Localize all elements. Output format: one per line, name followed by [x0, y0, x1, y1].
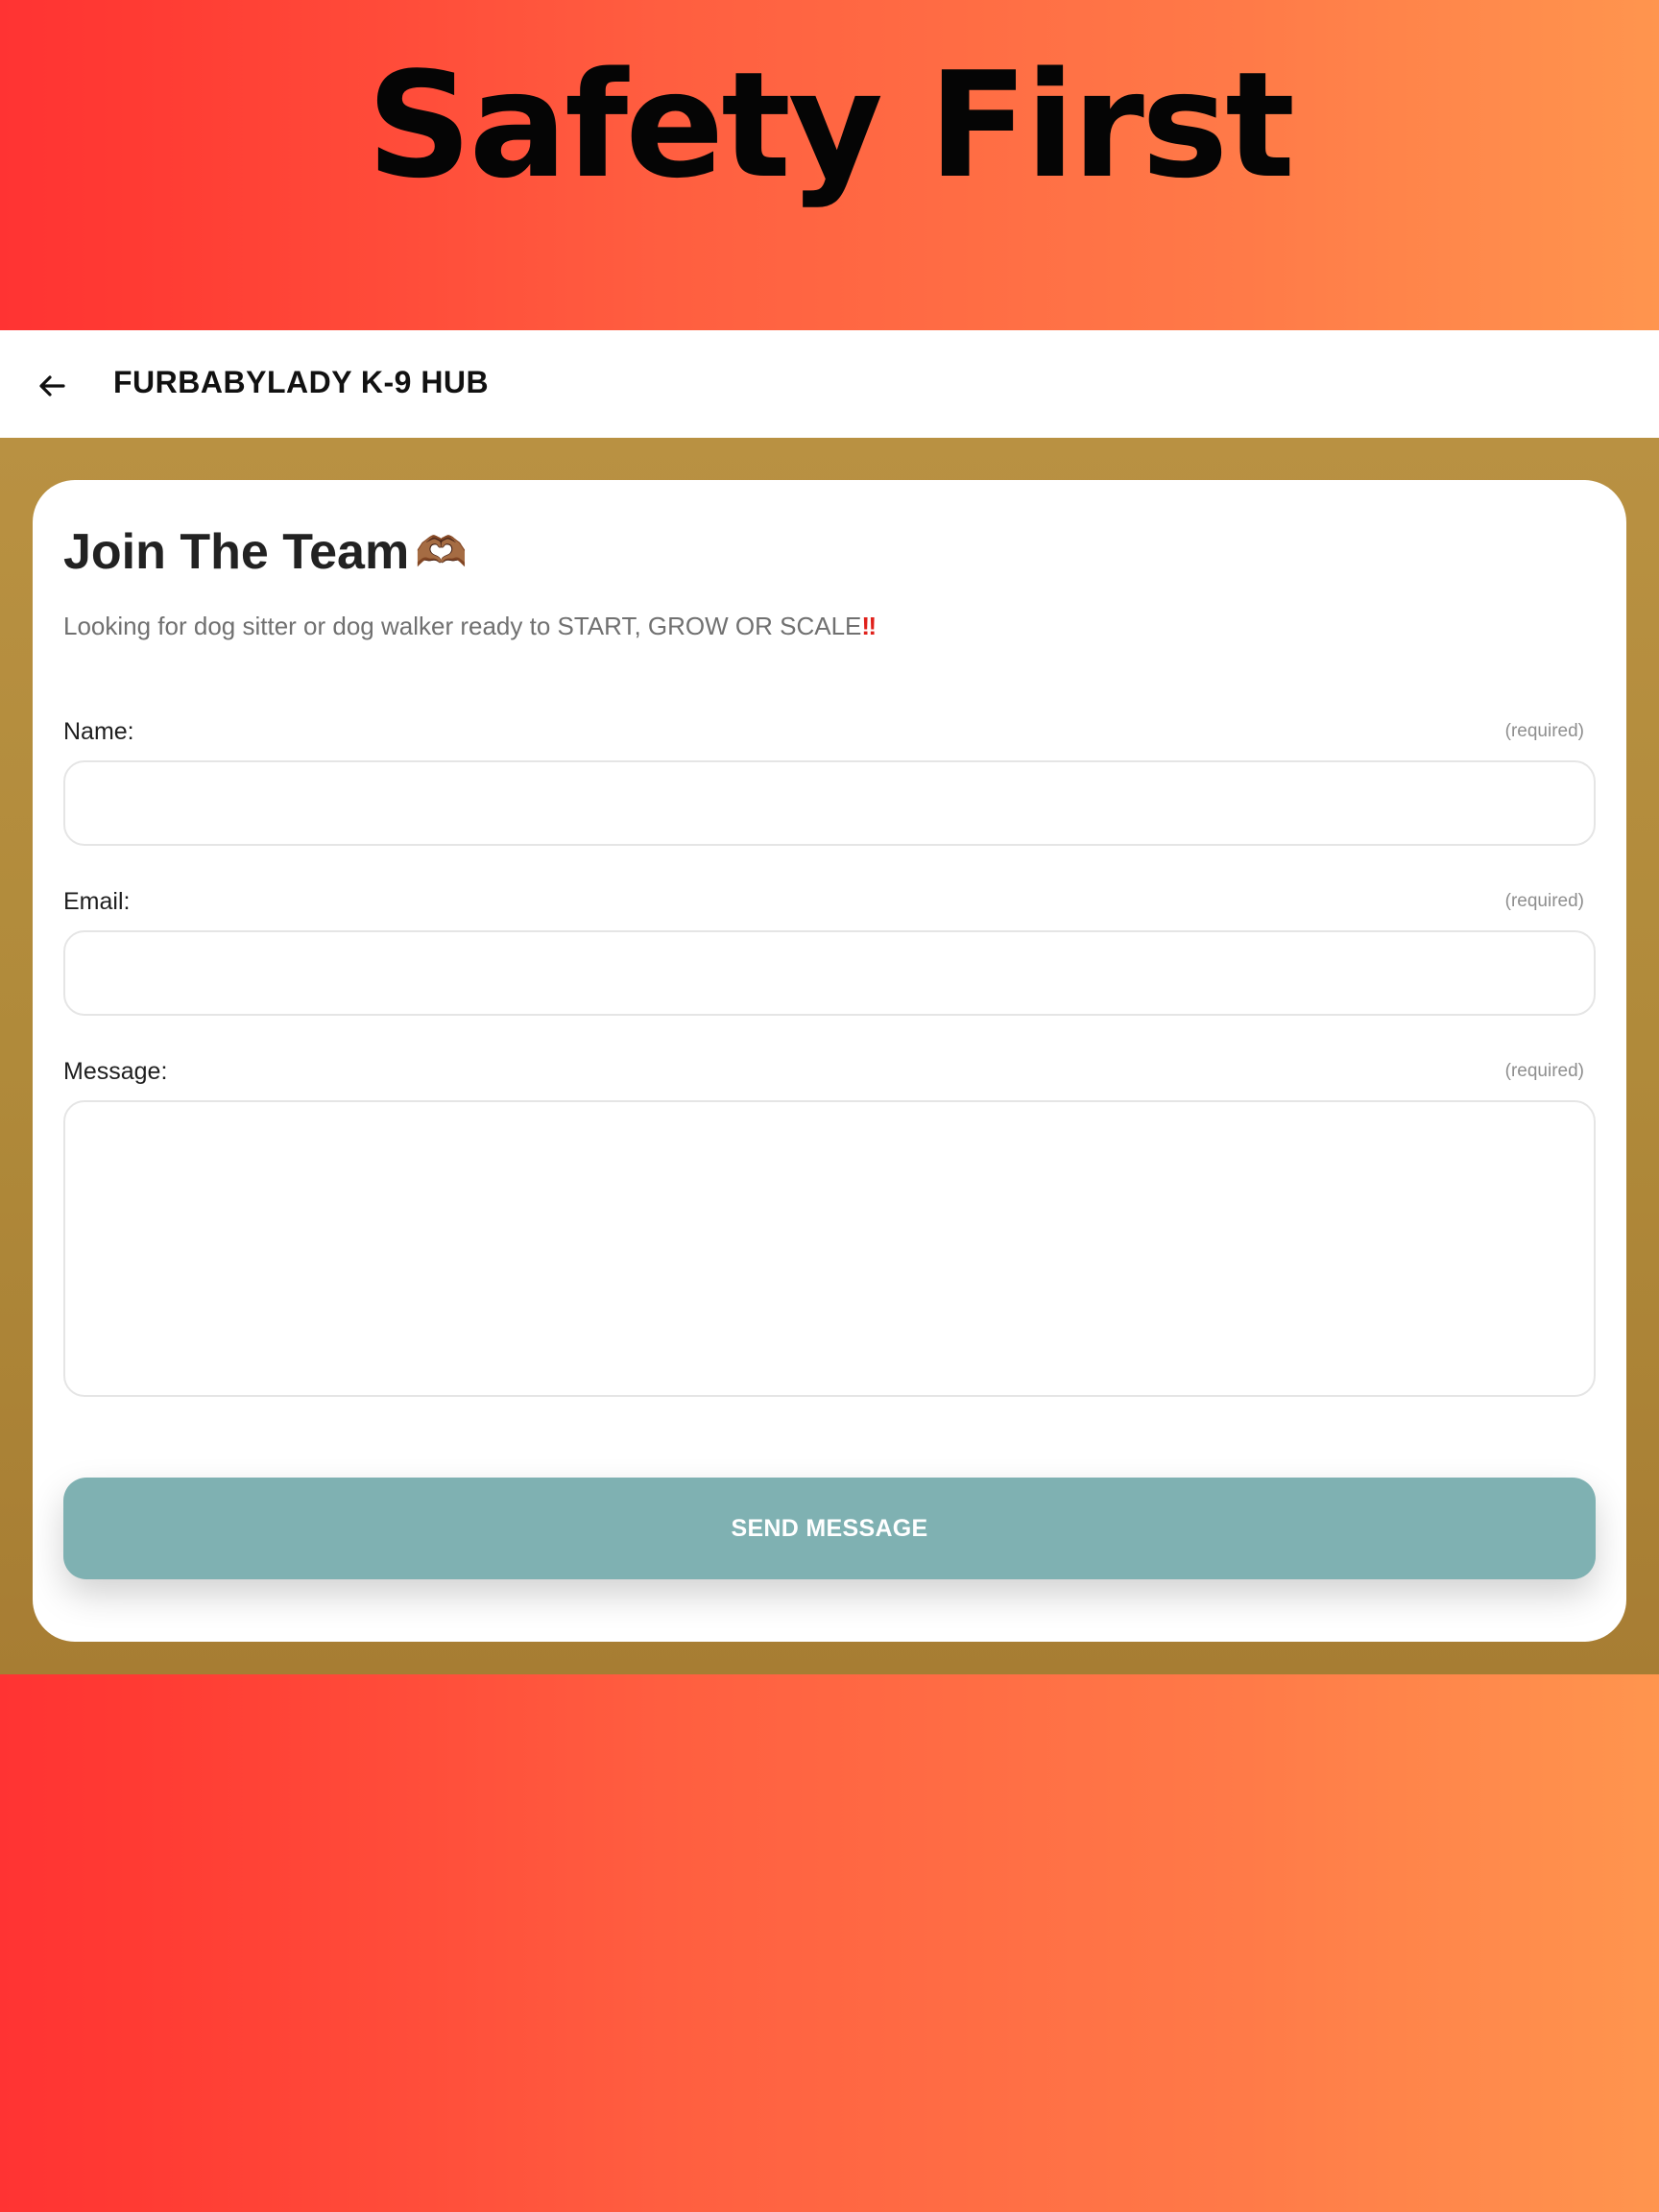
form-subtitle-text: Looking for dog sitter or dog walker rea…: [63, 612, 862, 640]
message-textarea[interactable]: [63, 1100, 1596, 1397]
name-input[interactable]: [63, 760, 1596, 846]
message-label: Message:: [63, 1058, 168, 1085]
email-input[interactable]: [63, 930, 1596, 1016]
top-bar: FURBABYLADY K-9 HUB: [0, 330, 1659, 438]
send-message-button[interactable]: SEND MESSAGE: [63, 1478, 1596, 1579]
site-name[interactable]: FURBABYLADY K-9 HUB: [113, 359, 489, 405]
back-button[interactable]: [21, 355, 83, 417]
name-label: Name:: [63, 718, 134, 745]
email-label: Email:: [63, 888, 131, 915]
content-section: Join The Team 🫶🏾 Looking for dog sitter o…: [0, 438, 1659, 1674]
heart-hands-icon: 🫶🏾: [415, 528, 469, 577]
arrow-left-icon: [39, 375, 65, 397]
hero-title: Safety First: [367, 40, 1295, 210]
form-subtitle: Looking for dog sitter or dog walker rea…: [63, 607, 877, 645]
message-required-tag: (required): [1504, 1061, 1584, 1081]
email-required-tag: (required): [1504, 891, 1584, 911]
name-required-tag: (required): [1504, 721, 1584, 741]
double-exclamation-icon: ‼: [861, 612, 877, 640]
form-title-text: Join The Team: [63, 524, 410, 580]
contact-form-card: Join The Team 🫶🏾 Looking for dog sitter o…: [33, 480, 1626, 1642]
hero-banner: Safety First: [0, 0, 1659, 330]
form-title: Join The Team 🫶🏾: [63, 518, 468, 587]
